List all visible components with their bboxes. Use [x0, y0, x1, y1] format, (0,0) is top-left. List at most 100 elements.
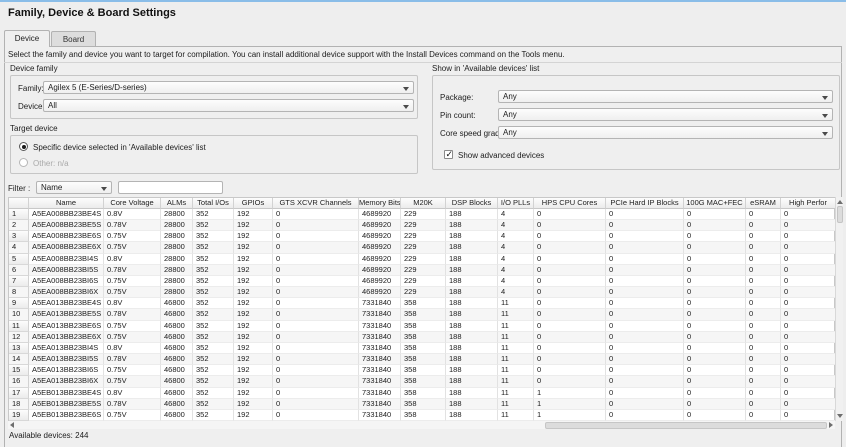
table-row[interactable]: 15A5EA013BB23BI6S0.75V468003521920733184… — [9, 365, 834, 376]
table-row[interactable]: 5A5EA008BB23BI4S0.8V28800352192046899202… — [9, 254, 834, 265]
table-row[interactable]: 18A5EB013BB23BE5S0.78V468003521920733184… — [9, 399, 834, 410]
cell: 28800 — [161, 254, 193, 265]
cell: 11 — [498, 321, 534, 332]
cell: 188 — [446, 410, 498, 421]
cell: 358 — [401, 410, 446, 421]
cell: 0 — [273, 388, 359, 399]
core-speed-grade-dropdown-value: Any — [503, 128, 517, 137]
cell: 188 — [446, 332, 498, 343]
table-row[interactable]: 14A5EA013BB23BI5S0.78V468003521920733184… — [9, 354, 834, 365]
cell: 0 — [273, 242, 359, 253]
table-row[interactable]: 17A5EB013BB23BE4S0.8V4680035219207331840… — [9, 388, 834, 399]
table-row[interactable]: 9A5EA013BB23BE4S0.8V46800352192073318403… — [9, 298, 834, 309]
filter-by-dropdown[interactable]: Name — [36, 181, 112, 194]
cell: 0 — [746, 254, 781, 265]
filter-text-input[interactable] — [118, 181, 223, 194]
cell: 0 — [684, 276, 746, 287]
column-header-core-voltage[interactable]: Core Voltage — [104, 198, 161, 209]
row-number: 17 — [9, 388, 29, 399]
cell: 0 — [781, 242, 836, 253]
device-family-group-label: Device family — [10, 64, 58, 73]
table-row[interactable]: 11A5EA013BB23BE6S0.75V468003521920733184… — [9, 321, 834, 332]
column-header-total-i-os[interactable]: Total I/Os — [193, 198, 234, 209]
vertical-scrollbar[interactable] — [835, 197, 843, 421]
table-row[interactable]: 3A5EA008BB23BE6S0.75V2880035219204689920… — [9, 231, 834, 242]
core-speed-grade-dropdown[interactable]: Any — [498, 126, 833, 139]
table-row[interactable]: 8A5EA008BB23BI6X0.75V2880035219204689920… — [9, 287, 834, 298]
cell: 192 — [234, 343, 273, 354]
scroll-up-icon[interactable] — [837, 200, 843, 204]
row-number: 15 — [9, 365, 29, 376]
cell: 0 — [781, 220, 836, 231]
cell: 0 — [781, 388, 836, 399]
scroll-right-icon[interactable] — [829, 422, 833, 428]
cell: 0 — [684, 309, 746, 320]
column-header-pcie-hard-ip-blocks[interactable]: PCIe Hard IP Blocks — [606, 198, 684, 209]
cell: 0 — [534, 354, 606, 365]
cell: 192 — [234, 242, 273, 253]
show-advanced-devices-label[interactable]: Show advanced devices — [458, 151, 544, 160]
scroll-left-icon[interactable] — [10, 422, 14, 428]
vertical-scrollbar-thumb[interactable] — [837, 206, 843, 223]
column-header-high-perfor[interactable]: High Perfor — [781, 198, 836, 209]
cell: A5EA013BB23BE5S — [29, 309, 104, 320]
cell: 0 — [684, 399, 746, 410]
cell: 0 — [606, 220, 684, 231]
table-row[interactable]: 4A5EA008BB23BE6X0.75V2880035219204689920… — [9, 242, 834, 253]
cell: A5EA013BB23BI5S — [29, 354, 104, 365]
column-header-dsp-blocks[interactable]: DSP Blocks — [446, 198, 498, 209]
other-device-radio — [19, 158, 28, 167]
table-row[interactable]: 16A5EA013BB23BI6X0.75V468003521920733184… — [9, 376, 834, 387]
specific-device-radio[interactable] — [19, 142, 28, 151]
cell: 0 — [746, 376, 781, 387]
tab-device[interactable]: Device — [4, 30, 50, 47]
cell: 11 — [498, 365, 534, 376]
scroll-down-icon[interactable] — [837, 414, 843, 418]
cell: 192 — [234, 309, 273, 320]
cell: 0.75V — [104, 332, 161, 343]
specific-device-radio-label[interactable]: Specific device selected in 'Available d… — [33, 143, 206, 152]
horizontal-scrollbar-thumb[interactable] — [545, 422, 827, 429]
table-row[interactable]: 7A5EA008BB23BI6S0.75V2880035219204689920… — [9, 276, 834, 287]
table-row[interactable]: 6A5EA008BB23BI5S0.78V2880035219204689920… — [9, 265, 834, 276]
device-dropdown[interactable]: All — [43, 99, 414, 112]
family-dropdown[interactable]: Agilex 5 (E-Series/D-series) — [43, 81, 414, 94]
column-header-alms[interactable]: ALMs — [161, 198, 193, 209]
table-row[interactable]: 2A5EA008BB23BE5S0.78V2880035219204689920… — [9, 220, 834, 231]
cell: 0 — [746, 388, 781, 399]
cell: 352 — [193, 287, 234, 298]
cell: 1 — [534, 399, 606, 410]
cell: A5EA013BB23BI6S — [29, 365, 104, 376]
package-dropdown[interactable]: Any — [498, 90, 833, 103]
tab-board[interactable]: Board — [51, 31, 96, 47]
table-row[interactable]: 19A5EB013BB23BE6S0.75V468003521920733184… — [9, 410, 834, 421]
column-header-esram[interactable]: eSRAM — [746, 198, 781, 209]
column-header-i-o-plls[interactable]: I/O PLLs — [498, 198, 534, 209]
pin-count-dropdown[interactable]: Any — [498, 108, 833, 121]
cell: 28800 — [161, 276, 193, 287]
cell: 0 — [684, 209, 746, 220]
column-header-gts-xcvr-channels[interactable]: GTS XCVR Channels — [273, 198, 359, 209]
table-row[interactable]: 1A5EA008BB23BE4S0.8V28800352192046899202… — [9, 209, 834, 220]
table-row[interactable]: 12A5EA013BB23BE6X0.75V468003521920733184… — [9, 332, 834, 343]
cell: 0 — [273, 343, 359, 354]
show-advanced-devices-checkbox[interactable] — [444, 150, 453, 159]
cell: 0 — [746, 287, 781, 298]
column-header-hps-cpu-cores[interactable]: HPS CPU Cores — [534, 198, 606, 209]
table-row[interactable]: 10A5EA013BB23BE5S0.78V468003521920733184… — [9, 309, 834, 320]
table-row[interactable]: 13A5EA013BB23BI4S0.8V4680035219207331840… — [9, 343, 834, 354]
cell: 0 — [534, 209, 606, 220]
column-header-gpios[interactable]: GPIOs — [234, 198, 273, 209]
column-header-100g-mac-fec[interactable]: 100G MAC+FEC — [684, 198, 746, 209]
cell: 0 — [746, 354, 781, 365]
column-header-name[interactable]: Name — [29, 198, 104, 209]
column-header-m20k[interactable]: M20K — [401, 198, 446, 209]
cell: 0 — [606, 209, 684, 220]
row-number: 10 — [9, 309, 29, 320]
cell: 188 — [446, 209, 498, 220]
cell: A5EA008BB23BI6S — [29, 276, 104, 287]
column-header-memory-bits[interactable]: Memory Bits — [359, 198, 401, 209]
horizontal-scrollbar[interactable] — [8, 421, 835, 429]
cell: 358 — [401, 309, 446, 320]
cell: 0 — [781, 321, 836, 332]
